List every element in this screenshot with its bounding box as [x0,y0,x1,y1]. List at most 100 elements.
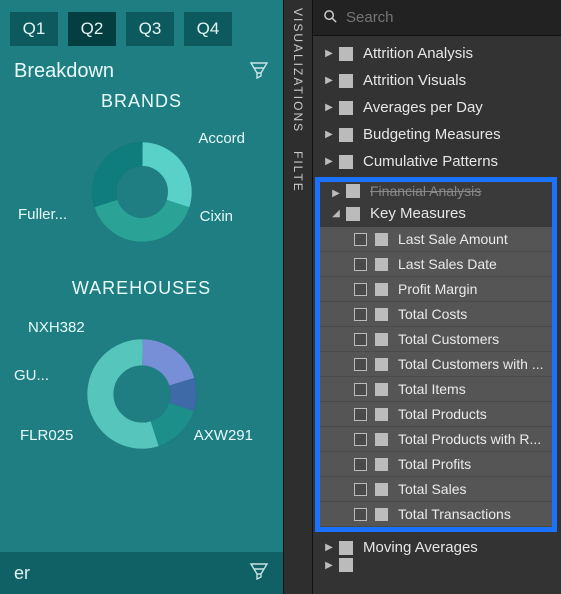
measure-label: Profit Margin [398,281,477,297]
brands-donut[interactable]: Accord Cixin Fuller... [0,112,283,272]
report-panel: Q1 Q2 Q3 Q4 Breakdown BRANDS Accord Cixi… [0,0,283,594]
checkbox[interactable] [354,433,367,446]
visualizations-tab[interactable]: VISUALIZATIONS [291,8,305,133]
measure-row[interactable]: Total Costs [320,302,552,327]
measure-row[interactable]: Total Sales [320,477,552,502]
caret-down-icon: ◢ [330,208,342,219]
measure-icon [375,233,388,246]
bottom-slicer-bar[interactable]: er [0,552,283,594]
pane-tabs-strip: VISUALIZATIONS FILTE [283,0,313,594]
checkbox[interactable] [354,458,367,471]
measure-row[interactable]: Total Customers [320,327,552,352]
fields-panel: ▶ Attrition Analysis ▶ Attrition Visuals ▶… [313,0,561,594]
table-row[interactable]: ▶ Budgeting Measures [313,121,561,148]
table-icon [339,101,353,115]
table-label: Attrition Visuals [363,72,466,89]
table-icon [339,74,353,88]
slicer-icon[interactable] [249,561,269,586]
table-row[interactable]: ▶ Attrition Visuals [313,67,561,94]
measure-label: Last Sales Date [398,256,497,272]
measure-icon [375,258,388,271]
table-icon [339,558,353,572]
highlighted-block: ▶ Financial Analysis ◢ Key Measures Last S… [315,177,557,532]
wh-label-axw291: AXW291 [194,427,253,444]
measure-row[interactable]: Total Products with R... [320,427,552,452]
caret-right-icon: ▶ [323,560,335,571]
checkbox[interactable] [354,508,367,521]
measure-label: Total Products [398,406,487,422]
breakdown-title: Breakdown [14,60,114,83]
checkbox[interactable] [354,283,367,296]
checkbox[interactable] [354,358,367,371]
brands-label-accord: Accord [198,130,245,147]
table-row-partial[interactable]: ▶ [313,561,561,569]
checkbox[interactable] [354,258,367,271]
fields-search-row [313,0,561,36]
wh-label-nxh382: NXH382 [28,319,85,336]
table-row[interactable]: ▶Averages per Day [313,94,561,121]
slicer-icon[interactable] [249,60,269,83]
measure-icon [375,408,388,421]
measure-icon [375,333,388,346]
caret-right-icon: ▶ [323,75,335,86]
checkbox[interactable] [354,308,367,321]
checkbox[interactable] [354,483,367,496]
checkbox[interactable] [354,383,367,396]
measure-icon [375,458,388,471]
measure-label: Total Sales [398,481,466,497]
quarter-tab-q1[interactable]: Q1 [10,12,58,46]
table-icon [346,207,360,221]
caret-right-icon: ▶ [323,156,335,167]
measure-icon [375,508,388,521]
measure-icon [375,483,388,496]
table-icon [339,541,353,555]
table-label: Moving Averages [363,539,478,556]
warehouses-donut[interactable]: NXH382 GU... FLR025 AXW291 [0,299,283,489]
checkbox[interactable] [354,408,367,421]
table-label: Key Measures [370,205,466,222]
quarter-tab-q3[interactable]: Q3 [126,12,174,46]
search-icon [323,9,338,27]
search-input[interactable] [346,9,551,26]
measure-label: Total Customers [398,331,499,347]
measure-row[interactable]: Last Sale Amount [320,227,552,252]
key-measures-row[interactable]: ◢ Key Measures [320,200,552,227]
table-row[interactable]: ▶Cumulative Patterns [313,148,561,175]
measure-row[interactable]: Last Sales Date [320,252,552,277]
measure-label: Total Products with R... [398,431,541,447]
measure-row[interactable]: Profit Margin [320,277,552,302]
measure-label: Last Sale Amount [398,231,508,247]
measure-label: Total Profits [398,456,471,472]
table-label: Financial Analysis [370,183,481,199]
table-row[interactable]: ▶Moving Averages [313,534,561,561]
checkbox[interactable] [354,333,367,346]
bottom-slicer-label: er [14,563,30,584]
quarter-tab-q2[interactable]: Q2 [68,12,116,46]
table-label: Budgeting Measures [363,126,501,143]
measure-row[interactable]: Total Profits [320,452,552,477]
quarter-tabs: Q1 Q2 Q3 Q4 [0,0,283,52]
measure-label: Total Customers with ... [398,356,544,372]
measure-icon [375,433,388,446]
measure-label: Total Transactions [398,506,511,522]
measure-icon [375,358,388,371]
caret-right-icon: ▶ [330,188,342,199]
table-row[interactable]: ▶ Financial Analysis [320,182,552,200]
caret-right-icon: ▶ [323,129,335,140]
measure-icon [375,308,388,321]
table-row[interactable]: ▶ Attrition Analysis [313,40,561,67]
warehouses-chart-title: WAREHOUSES [0,278,283,299]
measure-row[interactable]: Total Customers with ... [320,352,552,377]
table-icon [346,184,360,198]
brands-label-fuller: Fuller... [18,206,67,223]
measure-row[interactable]: Total Items [320,377,552,402]
table-label: Attrition Analysis [363,45,473,62]
quarter-tab-q4[interactable]: Q4 [184,12,232,46]
measure-row[interactable]: Total Transactions [320,502,552,527]
table-icon [339,47,353,61]
filters-tab[interactable]: FILTE [291,151,305,193]
checkbox[interactable] [354,233,367,246]
measure-label: Total Items [398,381,466,397]
caret-right-icon: ▶ [323,48,335,59]
measure-row[interactable]: Total Products [320,402,552,427]
